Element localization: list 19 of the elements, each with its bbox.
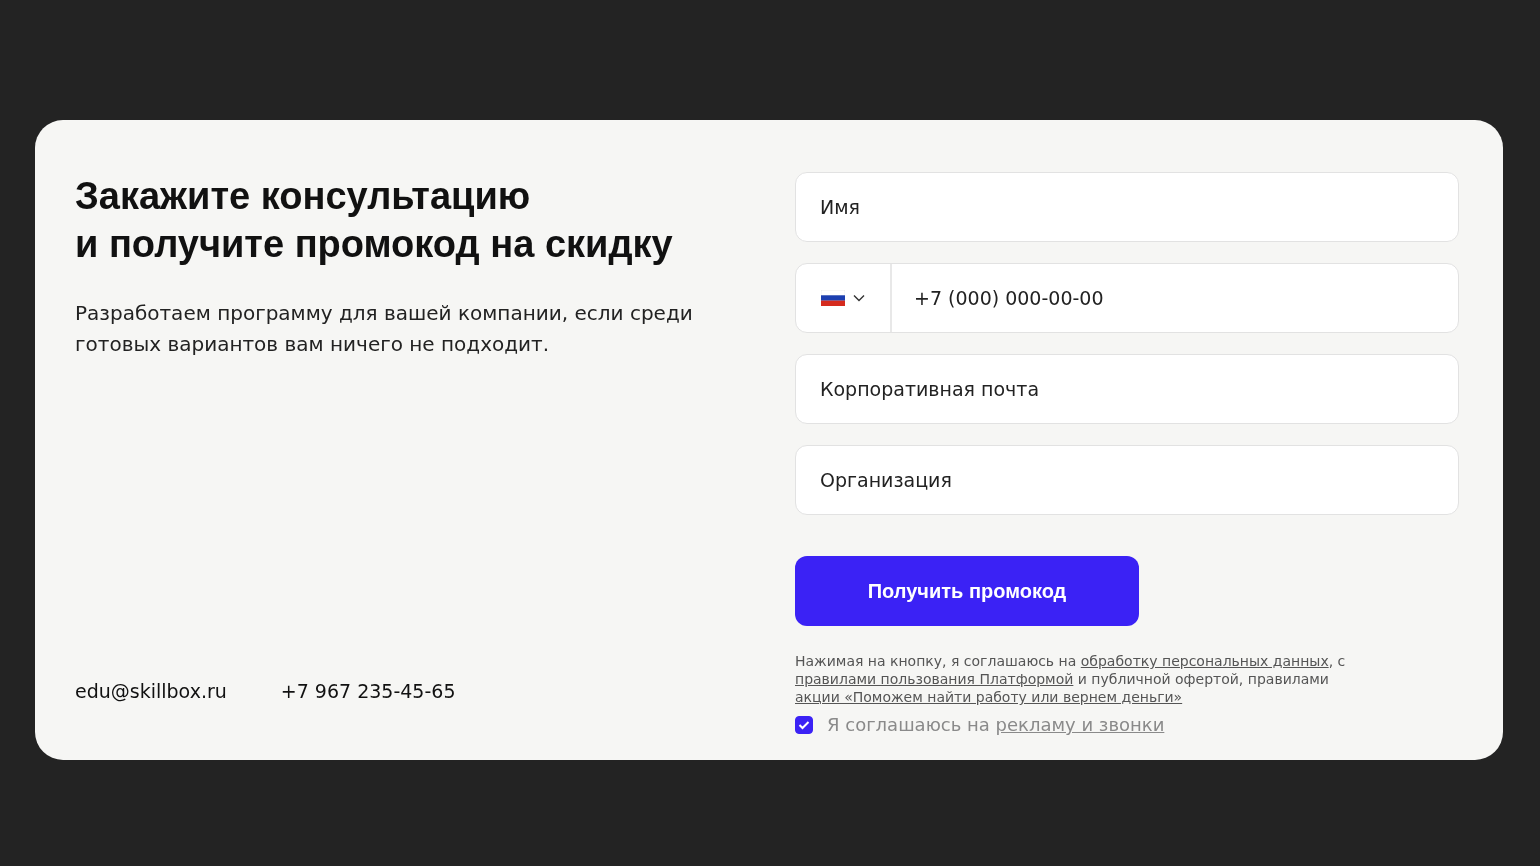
chevron-icon [853,294,865,302]
form-heading: Закажите консультацию и получите промокод на скидку [75,174,674,267]
check-icon [798,720,810,730]
legal-link[interactable]: акции «Поможем найти работу или вернем деньги» [795,689,1183,705]
phone-number-input[interactable]: +7 (000) 000-00-00 [892,287,1458,309]
legal-link[interactable]: обработку персональных данных [1080,653,1329,669]
legal-link[interactable]: правилами пользования Платформой [795,671,1074,687]
consent-text: Я соглашаюсь на рекламу и звонки [827,714,1165,736]
organization-field[interactable]: Организация [795,445,1459,515]
submit-button[interactable]: Получить промокод [795,556,1139,626]
email-field[interactable]: Корпоративная почта [795,354,1459,424]
name-field[interactable]: Имя [795,172,1459,242]
description-text: Разработаем программу для вашей компании, если среди готовых вариантов вам ничего не подходит. [75,300,694,358]
phone-link[interactable]: +7 967 235-45-65 [280,680,456,702]
flag-icon [821,290,845,306]
email-link[interactable]: edu@skillbox.ru [75,680,227,702]
legal-text: Нажимая на кнопку, я соглашаюсь на обработку персональных данных, с правилами пользования Платформой и публичной офертой, правилами акции «Поможем найти работу или вернем деньги» [795,652,1347,706]
consent-checkbox[interactable] [795,716,813,734]
phone-field[interactable]: +7 (000) 000-00-00 [795,263,1459,333]
